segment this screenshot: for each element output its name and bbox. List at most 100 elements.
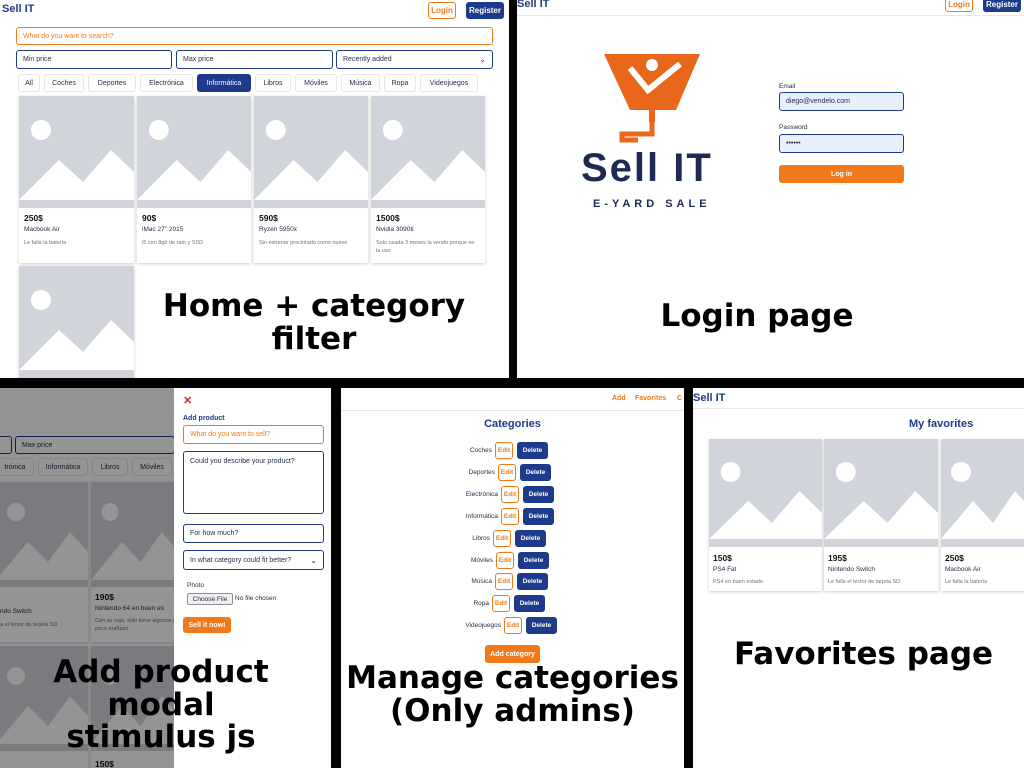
category-row: Móviles Edit Delete <box>446 551 549 569</box>
tab-ropa[interactable]: Ropa <box>384 74 416 92</box>
category-row: Deportes Edit Delete <box>446 463 551 481</box>
category-name: Móviles <box>470 556 493 564</box>
header-divider <box>517 15 1024 16</box>
image-placeholder-icon <box>709 439 822 547</box>
product-description: i5 con 8gb de ram y SSD <box>142 240 204 246</box>
product-name: Ryzen 5950x <box>259 226 297 233</box>
page-title: Categories <box>484 418 541 430</box>
product-name: Nintendo Switch <box>828 566 875 573</box>
product-card[interactable] <box>19 266 134 378</box>
nav-add-link[interactable]: Add <box>612 395 626 402</box>
product-price-input[interactable]: For how much? <box>183 524 324 543</box>
caption-line-1: Manage categories <box>346 660 679 696</box>
edit-button[interactable]: Edit <box>495 441 513 459</box>
tab-all[interactable]: All <box>18 74 40 92</box>
brand-logo[interactable]: Sell IT <box>693 392 725 404</box>
min-price-input[interactable]: Min price <box>16 50 172 69</box>
max-price-input[interactable]: Max price <box>176 50 333 69</box>
category-row: Informática Edit Delete <box>446 507 554 525</box>
product-description: Sin estrenar precintado como nuevo <box>259 240 348 246</box>
caption: Favorites page <box>733 636 994 672</box>
product-card[interactable]: 250$ Macbook Air Le falla la batería <box>19 96 134 263</box>
tab-electronica[interactable]: Electrónica <box>140 74 193 92</box>
category-row: Libros Edit Delete <box>446 529 546 547</box>
login-button[interactable]: Login <box>945 0 973 12</box>
brand-logo[interactable]: Sell IT <box>2 3 34 15</box>
password-field[interactable]: •••••• <box>779 134 904 153</box>
nav-favorites-link[interactable]: Favorites <box>635 395 666 402</box>
category-name: Informática <box>465 512 498 520</box>
category-row: Coches Edit Delete <box>446 441 548 459</box>
edit-button[interactable]: Edit <box>501 507 519 525</box>
product-price: 1500$ <box>376 213 400 223</box>
tab-musica[interactable]: Música <box>341 74 380 92</box>
login-panel: Sell IT Login Register Sell IT E-YARD SA… <box>517 0 1024 378</box>
register-button[interactable]: Register <box>466 2 504 19</box>
register-button[interactable]: Register <box>983 0 1021 12</box>
header-divider <box>693 408 1024 409</box>
category-name: Libros <box>472 534 490 542</box>
delete-button[interactable]: Delete <box>518 551 549 569</box>
choose-file-button[interactable]: Choose File <box>187 593 233 605</box>
category-name: Música <box>471 577 492 585</box>
product-description-textarea[interactable]: Could you describe your product? <box>183 451 324 514</box>
add-product-panel: Max price trónica Informática Libros Móv… <box>0 388 331 768</box>
edit-button[interactable]: Edit <box>498 463 516 481</box>
product-card[interactable]: 250$ Macbook Air Le falla la batería <box>941 439 1024 591</box>
product-description: Solo usada 3 meses la vendo porque no la… <box>376 240 475 254</box>
image-placeholder-icon <box>19 96 134 208</box>
edit-button[interactable]: Edit <box>495 572 513 590</box>
sort-select[interactable]: Recently added ⌄ <box>336 50 493 69</box>
tab-coches[interactable]: Coches <box>44 74 84 92</box>
category-select-value: In what category could fit better? <box>190 556 292 564</box>
tab-videojuegos[interactable]: Videojuegos <box>420 74 478 92</box>
product-description: Le falla la batería <box>945 579 988 585</box>
delete-button[interactable]: Delete <box>523 485 554 503</box>
log-in-button[interactable]: Log in <box>779 165 904 183</box>
tab-informatica[interactable]: Informática <box>197 74 251 92</box>
tab-libros[interactable]: Libros <box>255 74 291 92</box>
close-icon[interactable]: ✕ <box>183 394 192 407</box>
product-card[interactable]: 195$ Nintendo Switch Le falla el lector … <box>824 439 938 591</box>
delete-button[interactable]: Delete <box>517 441 548 459</box>
image-placeholder-icon <box>371 96 485 208</box>
tab-moviles[interactable]: Móviles <box>295 74 337 92</box>
caption: Manage categories (Only admins) <box>341 662 684 727</box>
product-price: 250$ <box>945 553 964 563</box>
product-card[interactable]: 1500$ Nvidia 3090ti Solo usada 3 meses l… <box>371 96 485 263</box>
delete-button[interactable]: Delete <box>520 463 551 481</box>
product-card[interactable]: 590$ Ryzen 5950x Sin estrenar precintado… <box>254 96 368 263</box>
brand-logo[interactable]: Sell IT <box>517 0 549 10</box>
email-field[interactable]: diego@vendelo.com <box>779 92 904 111</box>
edit-button[interactable]: Edit <box>501 485 519 503</box>
login-button[interactable]: Login <box>428 2 456 19</box>
delete-button[interactable]: Delete <box>526 616 557 634</box>
sell-it-now-button[interactable]: Sell it now! <box>183 617 231 633</box>
email-label: Email <box>779 83 796 90</box>
delete-button[interactable]: Delete <box>515 529 546 547</box>
nav-categories-link[interactable]: C <box>677 395 682 402</box>
search-input[interactable]: What do you want to search? <box>16 27 493 45</box>
chevron-down-icon: ⌄ <box>479 55 486 64</box>
delete-button[interactable]: Delete <box>523 507 554 525</box>
product-card[interactable]: 90$ iMac 27" 2015 i5 con 8gb de ram y SS… <box>137 96 251 263</box>
image-placeholder-icon <box>824 439 938 547</box>
product-description: PS4 en buen estado <box>713 579 763 585</box>
product-card[interactable]: 150$ PS4 Fat PS4 en buen estado <box>709 439 822 591</box>
category-select[interactable]: In what category could fit better? ⌄ <box>183 550 324 570</box>
product-price: 150$ <box>713 553 732 563</box>
file-status: No file chosen <box>235 595 277 602</box>
edit-button[interactable]: Edit <box>492 594 510 612</box>
tab-deportes[interactable]: Deportes <box>88 74 136 92</box>
header-divider <box>341 410 684 411</box>
page-title: My favorites <box>909 418 974 430</box>
modal-title: Add product <box>183 415 225 422</box>
delete-button[interactable]: Delete <box>517 572 548 590</box>
product-title-input[interactable]: What do you want to sell? <box>183 425 324 444</box>
delete-button[interactable]: Delete <box>514 594 545 612</box>
edit-button[interactable]: Edit <box>493 529 511 547</box>
edit-button[interactable]: Edit <box>504 616 522 634</box>
caption-line-2: stimulus js <box>66 719 256 756</box>
edit-button[interactable]: Edit <box>496 551 514 569</box>
image-placeholder-icon <box>137 96 251 208</box>
